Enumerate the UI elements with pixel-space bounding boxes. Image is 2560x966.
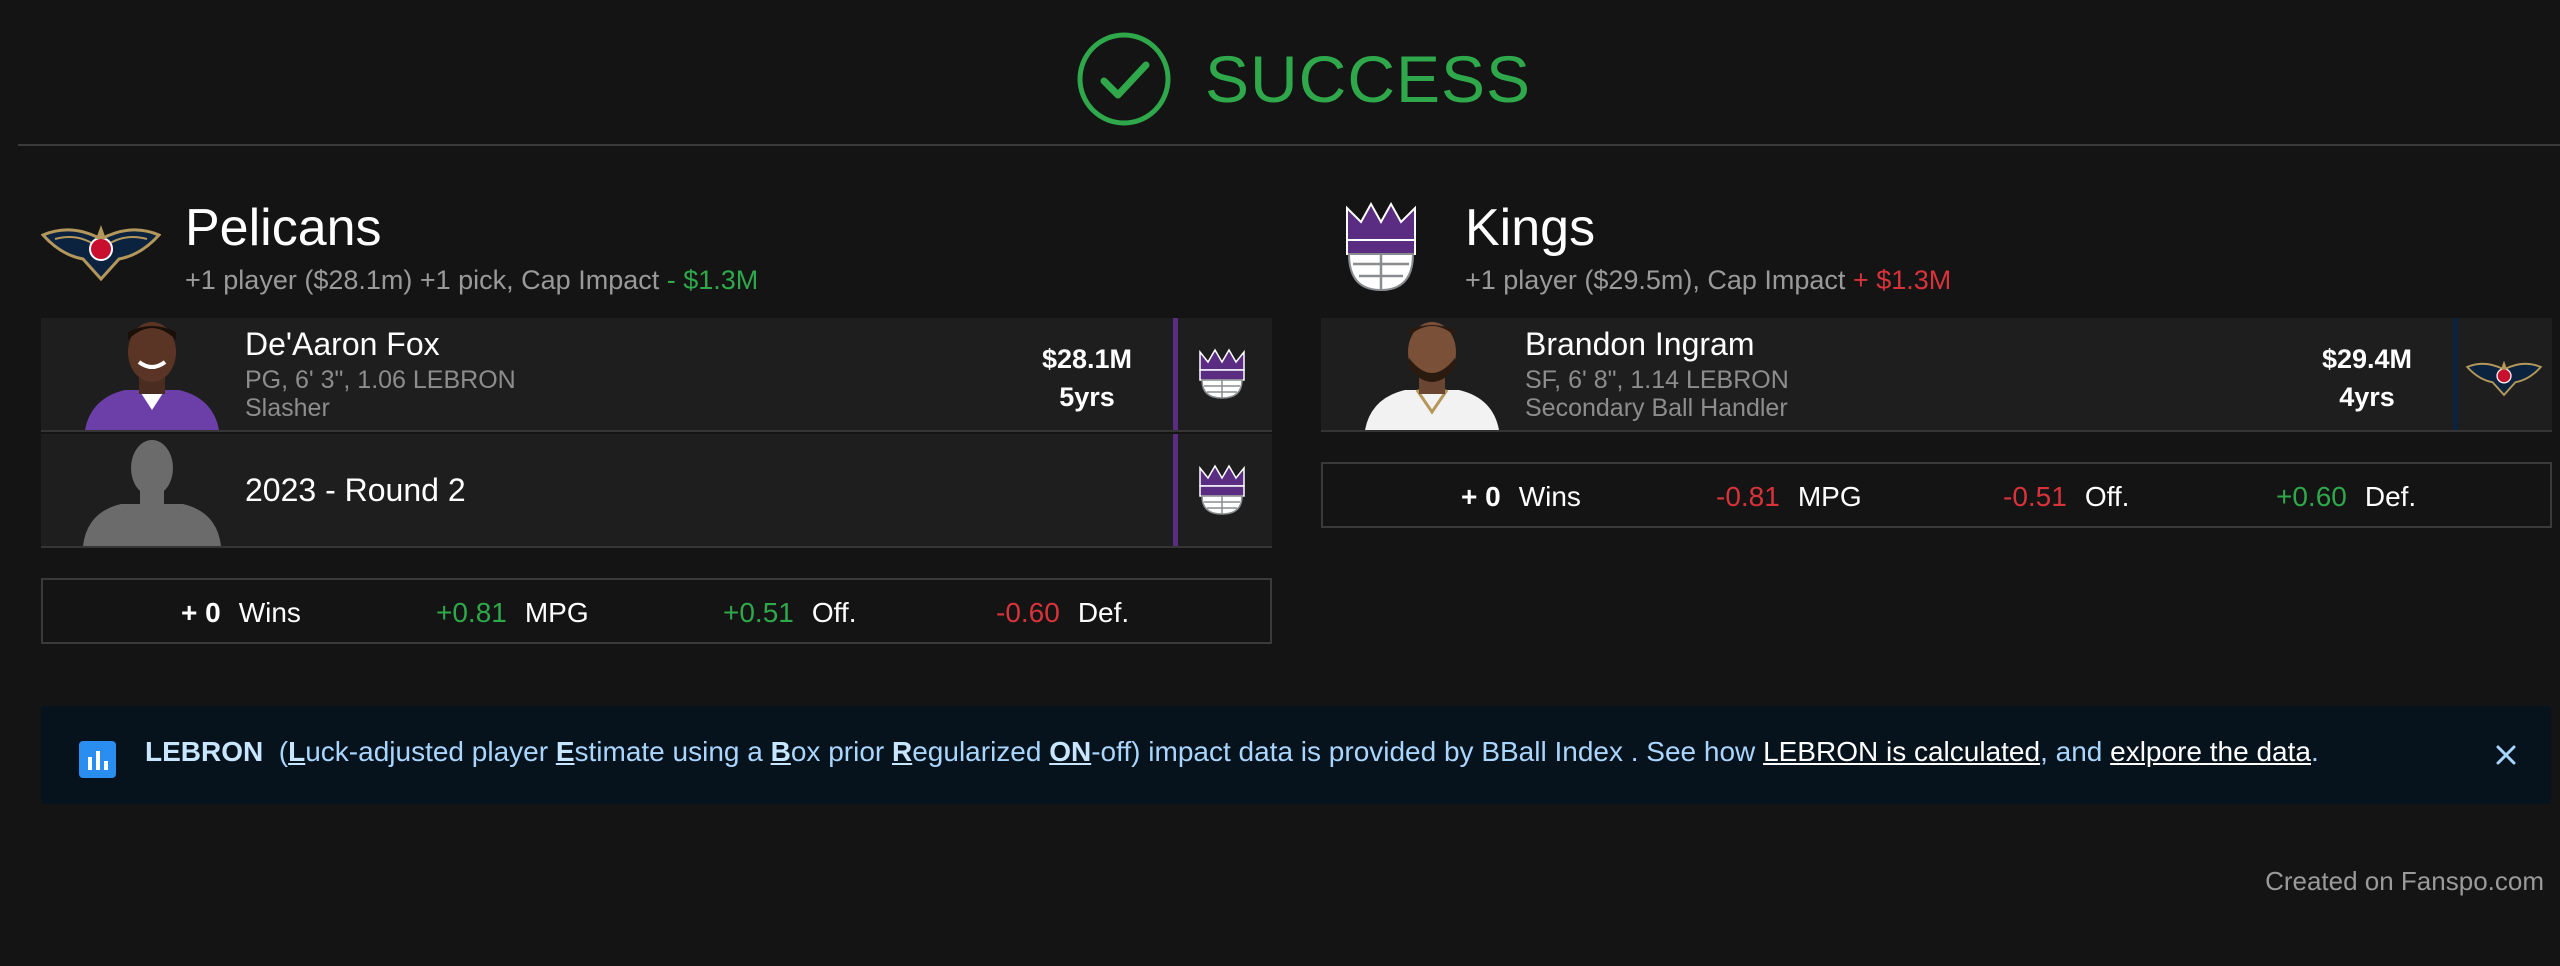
banner-text: ( bbox=[278, 736, 289, 767]
stat-wins: + 0 Wins bbox=[1461, 481, 1581, 513]
kings-logo-icon bbox=[1346, 202, 1416, 292]
stat-value: +0.81 bbox=[436, 597, 507, 628]
player-meta: SF, 6' 8", 1.14 LEBRON Secondary Ball Ha… bbox=[1525, 366, 1789, 422]
player-role: Secondary Ball Handler bbox=[1525, 394, 1788, 422]
team-name: Pelicans bbox=[185, 199, 382, 257]
banner-text: ox prior bbox=[790, 736, 892, 767]
stat-value: + 0 bbox=[181, 597, 221, 628]
draft-pick-label: 2023 - Round 2 bbox=[245, 472, 466, 508]
kings-logo-icon bbox=[1199, 464, 1245, 515]
player-name: De'Aaron Fox bbox=[245, 326, 440, 362]
pick-row[interactable]: 2023 - Round 2 bbox=[41, 434, 1272, 548]
team-panel-pelicans: Pelicans +1 player ($28.1m) +1 pick, Cap… bbox=[41, 190, 1272, 644]
success-status: SUCCESS bbox=[1076, 31, 1531, 127]
lebron-info-banner: LEBRON (Luck-adjusted player Estimate us… bbox=[41, 706, 2551, 804]
kings-logo-icon bbox=[1199, 348, 1245, 399]
team-color-bar bbox=[1173, 318, 1178, 430]
stat-label: MPG bbox=[1797, 481, 1862, 512]
stat-value: +0.60 bbox=[2276, 481, 2347, 512]
team-summary: +1 player ($29.5m), Cap Impact + $1.3M bbox=[1465, 265, 1951, 296]
acronym-letter: E bbox=[555, 736, 575, 767]
banner-text: , and bbox=[2040, 736, 2111, 767]
divider bbox=[18, 144, 2560, 146]
stat-label: MPG bbox=[524, 597, 589, 628]
stat-off: -0.51 Off. bbox=[2003, 481, 2129, 513]
acronym-letter: R bbox=[892, 736, 913, 767]
stat-value: -0.60 bbox=[996, 597, 1060, 628]
banner-text: -off) impact data is provided by BBall I… bbox=[1091, 736, 1764, 767]
contract-years: 4yrs bbox=[2339, 382, 2395, 412]
acronym-letter: B bbox=[770, 736, 791, 767]
impact-stats: + 0 Wins +0.81 MPG +0.51 Off. -0.60 Def. bbox=[41, 578, 1272, 644]
team-panel-kings: Kings +1 player ($29.5m), Cap Impact + $… bbox=[1321, 190, 2552, 528]
team-color-bar bbox=[2453, 318, 2458, 430]
salary: $28.1M bbox=[1041, 344, 1132, 374]
footer-credit[interactable]: Created on Fanspo.com bbox=[2265, 866, 2544, 897]
banner-text: stimate using a bbox=[574, 736, 771, 767]
player-photo bbox=[77, 318, 227, 430]
player-position-info: PG, 6' 3", 1.06 LEBRON bbox=[245, 366, 516, 394]
banner-text: egularized bbox=[912, 736, 1050, 767]
cap-impact: - $1.3M bbox=[666, 265, 759, 295]
stat-value: + 0 bbox=[1461, 481, 1501, 512]
stat-value: +0.51 bbox=[723, 597, 794, 628]
team-header: Pelicans +1 player ($28.1m) +1 pick, Cap… bbox=[41, 190, 1272, 318]
contract: $29.4M 4yrs bbox=[2322, 340, 2412, 416]
stat-label: Wins bbox=[1518, 481, 1581, 512]
banner-text: . bbox=[2310, 736, 2319, 767]
banner-message: LEBRON (Luck-adjusted player Estimate us… bbox=[145, 736, 2319, 768]
player-placeholder-photo bbox=[77, 434, 227, 546]
player-row[interactable]: De'Aaron Fox PG, 6' 3", 1.06 LEBRON Slas… bbox=[41, 318, 1272, 432]
header: SUCCESS bbox=[0, 0, 2560, 146]
stat-label: Off. bbox=[2084, 481, 2130, 512]
banner-text: uck-adjusted player bbox=[305, 736, 556, 767]
team-color-bar bbox=[1173, 434, 1178, 546]
team-summary-text: +1 player ($29.5m), Cap Impact bbox=[1465, 265, 1853, 295]
player-row[interactable]: Brandon Ingram SF, 6' 8", 1.14 LEBRON Se… bbox=[1321, 318, 2552, 432]
player-name: Brandon Ingram bbox=[1525, 326, 1755, 362]
team-summary: +1 player ($28.1m) +1 pick, Cap Impact -… bbox=[185, 265, 758, 296]
player-meta: PG, 6' 3", 1.06 LEBRON Slasher bbox=[245, 366, 516, 422]
pelicans-logo-icon bbox=[41, 225, 161, 282]
team-name: Kings bbox=[1465, 199, 1596, 257]
stat-label: Off. bbox=[811, 597, 857, 628]
banner-title: LEBRON bbox=[145, 736, 264, 767]
player-role: Slasher bbox=[245, 394, 330, 422]
stat-off: +0.51 Off. bbox=[723, 597, 856, 629]
close-icon[interactable] bbox=[2491, 740, 2521, 770]
team-summary-text: +1 player ($28.1m) +1 pick, Cap Impact bbox=[185, 265, 667, 295]
lebron-calculated-link[interactable]: LEBRON is calculated bbox=[1763, 736, 2040, 767]
impact-stats: + 0 Wins -0.81 MPG -0.51 Off. +0.60 Def. bbox=[1321, 462, 2552, 528]
contract-years: 5yrs bbox=[1059, 382, 1115, 412]
stat-def: -0.60 Def. bbox=[996, 597, 1129, 629]
acronym-letter: ON bbox=[1049, 736, 1092, 767]
stat-mpg: -0.81 MPG bbox=[1716, 481, 1862, 513]
stat-label: Def. bbox=[1077, 597, 1130, 628]
stat-value: -0.81 bbox=[1716, 481, 1780, 512]
stat-label: Wins bbox=[238, 597, 301, 628]
pelicans-logo-icon bbox=[2465, 360, 2543, 397]
stat-mpg: +0.81 MPG bbox=[436, 597, 589, 629]
contract: $28.1M 5yrs bbox=[1042, 340, 1132, 416]
check-circle-icon bbox=[1077, 32, 1171, 126]
stat-def: +0.60 Def. bbox=[2276, 481, 2416, 513]
acronym-letter: L bbox=[288, 736, 306, 767]
stat-value: -0.51 bbox=[2003, 481, 2067, 512]
stat-wins: + 0 Wins bbox=[181, 597, 301, 629]
explore-data-link[interactable]: exlpore the data bbox=[2110, 736, 2311, 767]
bar-chart-icon bbox=[79, 741, 116, 778]
stat-label: Def. bbox=[2364, 481, 2417, 512]
team-header: Kings +1 player ($29.5m), Cap Impact + $… bbox=[1321, 190, 2552, 318]
player-photo bbox=[1357, 318, 1507, 430]
player-position-info: SF, 6' 8", 1.14 LEBRON bbox=[1525, 366, 1789, 394]
status-text: SUCCESS bbox=[1205, 42, 1532, 116]
salary: $29.4M bbox=[2321, 344, 2412, 374]
cap-impact: + $1.3M bbox=[1852, 265, 1952, 295]
